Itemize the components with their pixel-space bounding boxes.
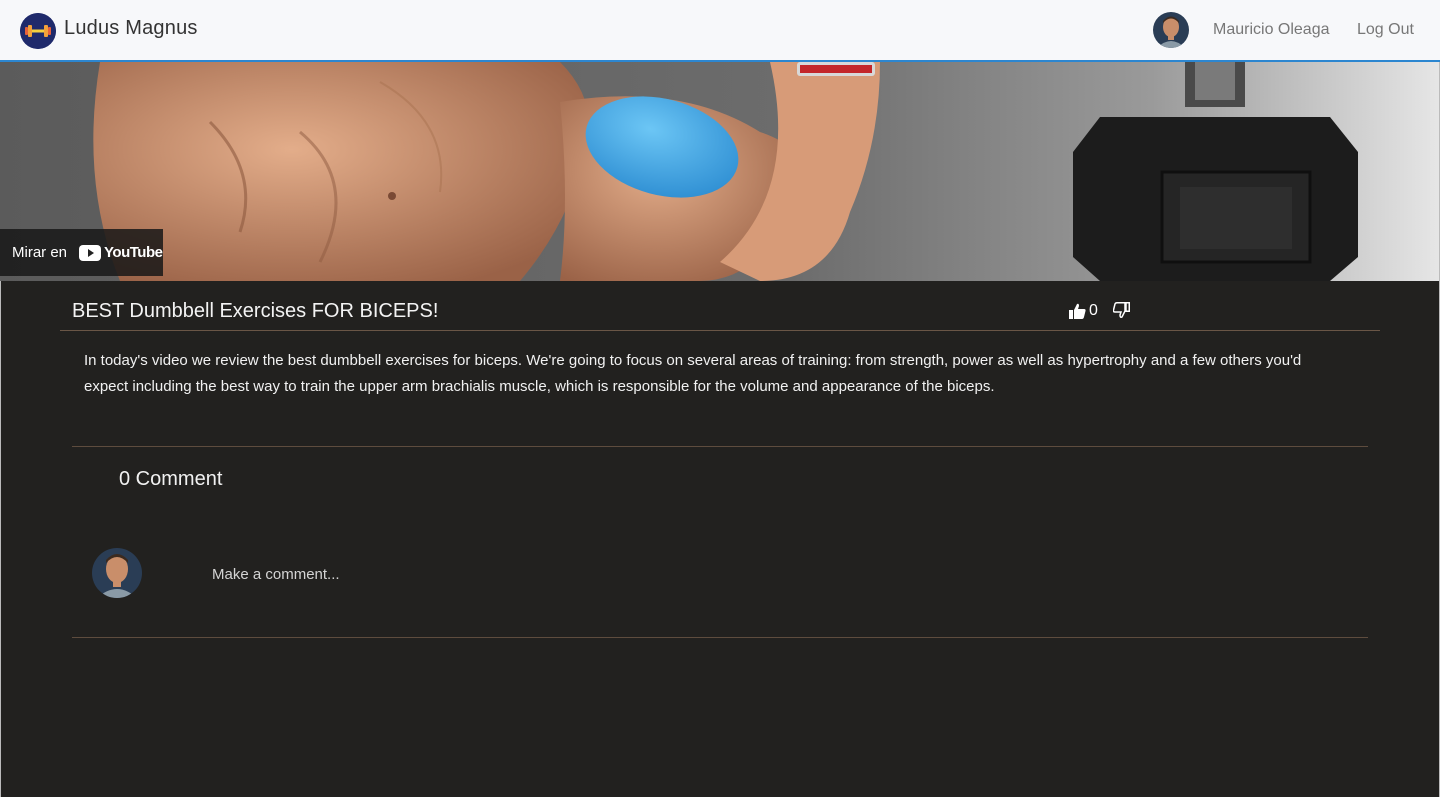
logout-link[interactable]: Log Out	[1357, 21, 1414, 39]
video-player[interactable]: Mirar en YouTube	[0, 62, 1440, 281]
commenter-avatar	[92, 548, 142, 598]
dumbbell-logo-icon[interactable]	[20, 13, 56, 49]
video-thumbnail	[0, 62, 1440, 281]
page-edge	[0, 281, 1, 797]
youtube-play-icon	[79, 244, 102, 261]
post-title: BEST Dumbbell Exercises FOR BICEPS!	[72, 300, 439, 322]
thumbs-up-icon	[1069, 303, 1086, 319]
watch-on-youtube-button[interactable]: Mirar en YouTube	[0, 229, 163, 276]
post-header: BEST Dumbbell Exercises FOR BICEPS! 0	[60, 291, 1380, 331]
like-button[interactable]: 0	[1069, 302, 1098, 320]
thumbs-down-icon	[1112, 302, 1130, 318]
brand-name[interactable]: Ludus Magnus	[64, 17, 198, 40]
comment-count: 0 Comment	[119, 468, 223, 490]
post-description: In today's video we review the best dumb…	[84, 352, 1302, 395]
user-avatar[interactable]	[1153, 12, 1189, 48]
dislike-button[interactable]	[1112, 302, 1130, 323]
watch-on-label: Mirar en	[12, 244, 68, 261]
user-name-link[interactable]: Mauricio Oleaga	[1213, 21, 1330, 39]
divider	[72, 446, 1368, 447]
youtube-wordmark: YouTube	[104, 244, 163, 261]
comment-input[interactable]	[212, 560, 1352, 588]
divider	[72, 637, 1368, 638]
youtube-logo: YouTube	[79, 244, 163, 261]
like-count: 0	[1089, 302, 1098, 319]
navbar: Ludus Magnus Mauricio Oleaga Log Out	[0, 0, 1440, 62]
